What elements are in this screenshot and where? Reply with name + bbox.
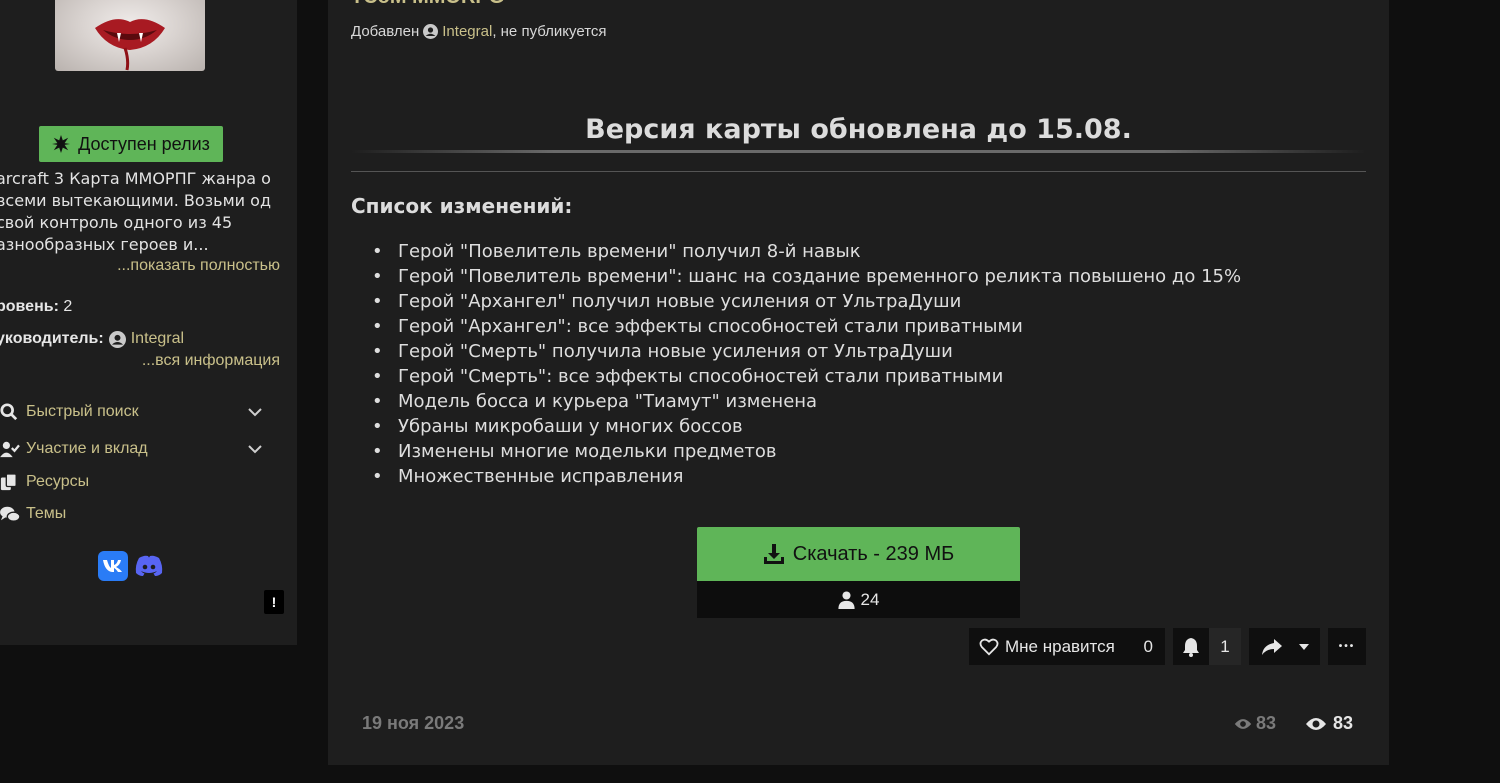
user-icon [837, 590, 855, 609]
user-check-icon [0, 440, 22, 458]
more-options-button[interactable]: ••• [1328, 628, 1366, 665]
eye-icon [1234, 718, 1252, 730]
release-badge-label: Доступен релиз [78, 133, 210, 154]
views-counter-muted: 83 [1234, 713, 1276, 734]
post-heading: Версия карты обновлена до 15.08. [585, 114, 1132, 145]
user-circle-icon [108, 330, 126, 348]
heading-divider [351, 150, 1366, 153]
chevron-down-icon[interactable] [248, 444, 262, 454]
eye-icon [1305, 717, 1327, 731]
download-icon [763, 543, 785, 565]
list-item: Герой "Архангел" получил новые усиления … [372, 289, 1241, 314]
download-label: Скачать - 239 МБ [792, 542, 955, 565]
subscribe-button[interactable]: 1 [1173, 628, 1241, 665]
views-counter: 83 [1305, 713, 1353, 734]
level-label: ровень: [0, 298, 59, 315]
show-more-link[interactable]: ...показать полностью [117, 257, 280, 275]
social-links [98, 551, 164, 581]
discord-icon[interactable] [134, 551, 164, 581]
divider [351, 171, 1366, 172]
vk-icon[interactable] [98, 551, 128, 581]
comments-icon [0, 505, 22, 523]
list-item: Множественные исправления [372, 464, 1241, 489]
bell-icon [1173, 628, 1209, 665]
sidebar: Доступен релиз arcraft 3 Карта ММОРПГ жа… [0, 0, 297, 645]
views-value: 83 [1333, 713, 1354, 733]
meta-suffix: , не публикуется [492, 23, 607, 40]
list-item: Модель босса и курьера "Тиамут" изменена [372, 389, 1241, 414]
download-count: 24 [697, 581, 1020, 618]
all-info-link[interactable]: ...вся информация [142, 352, 280, 370]
list-item: Герой "Смерть": все эффекты способностей… [372, 364, 1241, 389]
changes-title: Список изменений: [351, 194, 573, 218]
author-link[interactable]: Integral [442, 23, 492, 40]
share-icon [1261, 638, 1283, 656]
views-value: 83 [1256, 713, 1277, 733]
download-button[interactable]: Скачать - 239 МБ [697, 527, 1020, 581]
heart-icon [979, 638, 999, 656]
release-available-badge[interactable]: Доступен релиз [39, 126, 223, 162]
leader-row: уководитель: Integral [0, 330, 184, 348]
user-circle-icon [423, 24, 439, 39]
post-title[interactable]: TCoM MMORPG [351, 0, 504, 9]
search-icon [0, 403, 22, 421]
sidebar-item-label: Участие и вклад [26, 440, 148, 457]
subscribe-count: 1 [1209, 628, 1241, 665]
level-row: ровень: 2 [0, 298, 72, 316]
list-item: Герой "Повелитель времени" получил 8-й н… [372, 239, 1241, 264]
sidebar-item-label: Темы [26, 505, 67, 522]
sidebar-item-topics[interactable]: Темы [0, 501, 262, 527]
burst-icon [52, 135, 71, 153]
post-panel: TCoM MMORPG Добавлен Integral, не публик… [328, 0, 1389, 765]
list-item: Герой "Смерть" получила новые усиления о… [372, 339, 1241, 364]
copy-icon [0, 473, 22, 491]
sidebar-item-label: Ресурсы [26, 473, 90, 490]
changes-list: Герой "Повелитель времени" получил 8-й н… [372, 239, 1241, 489]
leader-link[interactable]: Integral [131, 330, 184, 348]
report-button[interactable]: ! [264, 590, 284, 614]
sidebar-item-resources[interactable]: Ресурсы [0, 469, 262, 495]
leader-label: уководитель: [0, 330, 104, 347]
like-button[interactable]: Мне нравится 0 [969, 628, 1165, 665]
post-date: 19 ноя 2023 [362, 713, 465, 733]
ellipsis-icon: ••• [1338, 641, 1356, 652]
sidebar-item-label: Быстрый поиск [26, 403, 139, 420]
download-count-value: 24 [860, 589, 880, 609]
chevron-down-icon[interactable] [248, 407, 262, 417]
like-label: Мне нравится [1005, 636, 1115, 656]
share-button[interactable] [1249, 628, 1320, 665]
like-count: 0 [1143, 636, 1153, 656]
meta-prefix: Добавлен [351, 23, 420, 40]
list-item: Герой "Архангел": все эффекты способност… [372, 314, 1241, 339]
list-item: Герой "Повелитель времени": шанс на созд… [372, 264, 1241, 289]
list-item: Убраны микробаши у многих боссов [372, 414, 1241, 439]
project-description: arcraft 3 Карта ММОРПГ жанра о всеми выт… [0, 169, 272, 254]
caret-down-icon[interactable] [1298, 643, 1309, 650]
project-avatar[interactable] [55, 0, 205, 71]
level-value: 2 [63, 298, 73, 315]
list-item: Изменены многие модельки предметов [372, 439, 1241, 464]
sidebar-item-quick-search[interactable]: Быстрый поиск [0, 399, 262, 425]
post-meta: Добавлен Integral, не публикуется [351, 23, 607, 40]
sidebar-item-participation[interactable]: Участие и вклад [0, 436, 262, 462]
